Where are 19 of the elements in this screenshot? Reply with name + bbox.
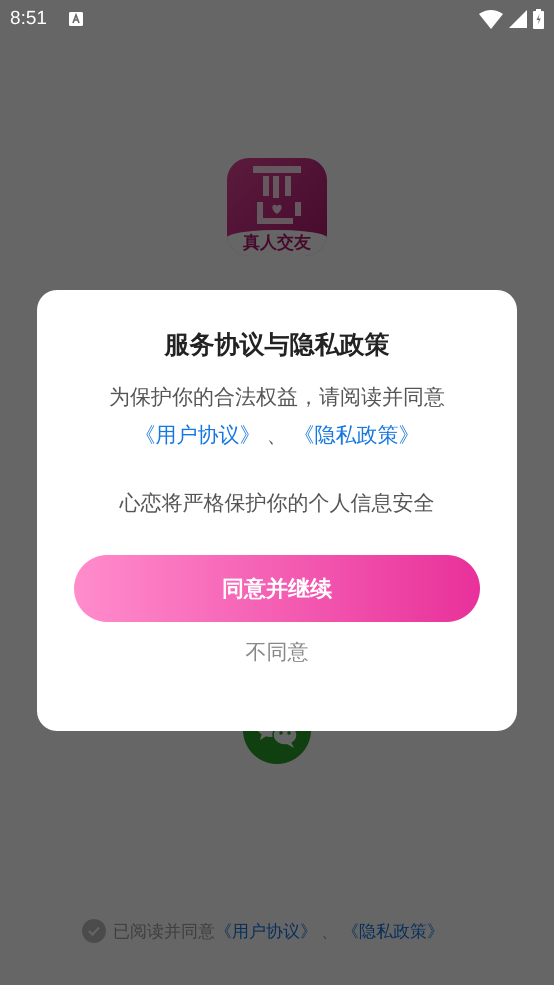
- agree-button[interactable]: 同意并继续: [74, 555, 480, 622]
- separator-text: 、: [321, 920, 338, 942]
- battery-icon: [533, 9, 544, 29]
- policy-link[interactable]: 《隐私政策》: [294, 421, 420, 449]
- agreement-link[interactable]: 《用户协议》: [215, 920, 317, 942]
- decline-button[interactable]: 不同意: [236, 632, 318, 672]
- separator-text: 、: [266, 422, 288, 449]
- clock: 8:51: [10, 8, 47, 30]
- checkmark-icon: [88, 926, 100, 936]
- dialog-note: 心恋将严格保护你的个人信息安全: [120, 490, 434, 517]
- agreement-link[interactable]: 《隐私政策》: [342, 920, 444, 942]
- policy-link[interactable]: 《用户协议》: [134, 421, 260, 449]
- agree-checkbox[interactable]: [82, 919, 106, 943]
- signal-icon: [509, 10, 527, 28]
- wifi-icon: [479, 10, 503, 28]
- dialog-title: 服务协议与隐私政策: [164, 329, 390, 361]
- logo-caption: 真人交友: [227, 230, 327, 256]
- dialog-intro: 为保护你的合法权益，请阅读并同意: [109, 384, 445, 411]
- keyboard-icon: [68, 12, 83, 26]
